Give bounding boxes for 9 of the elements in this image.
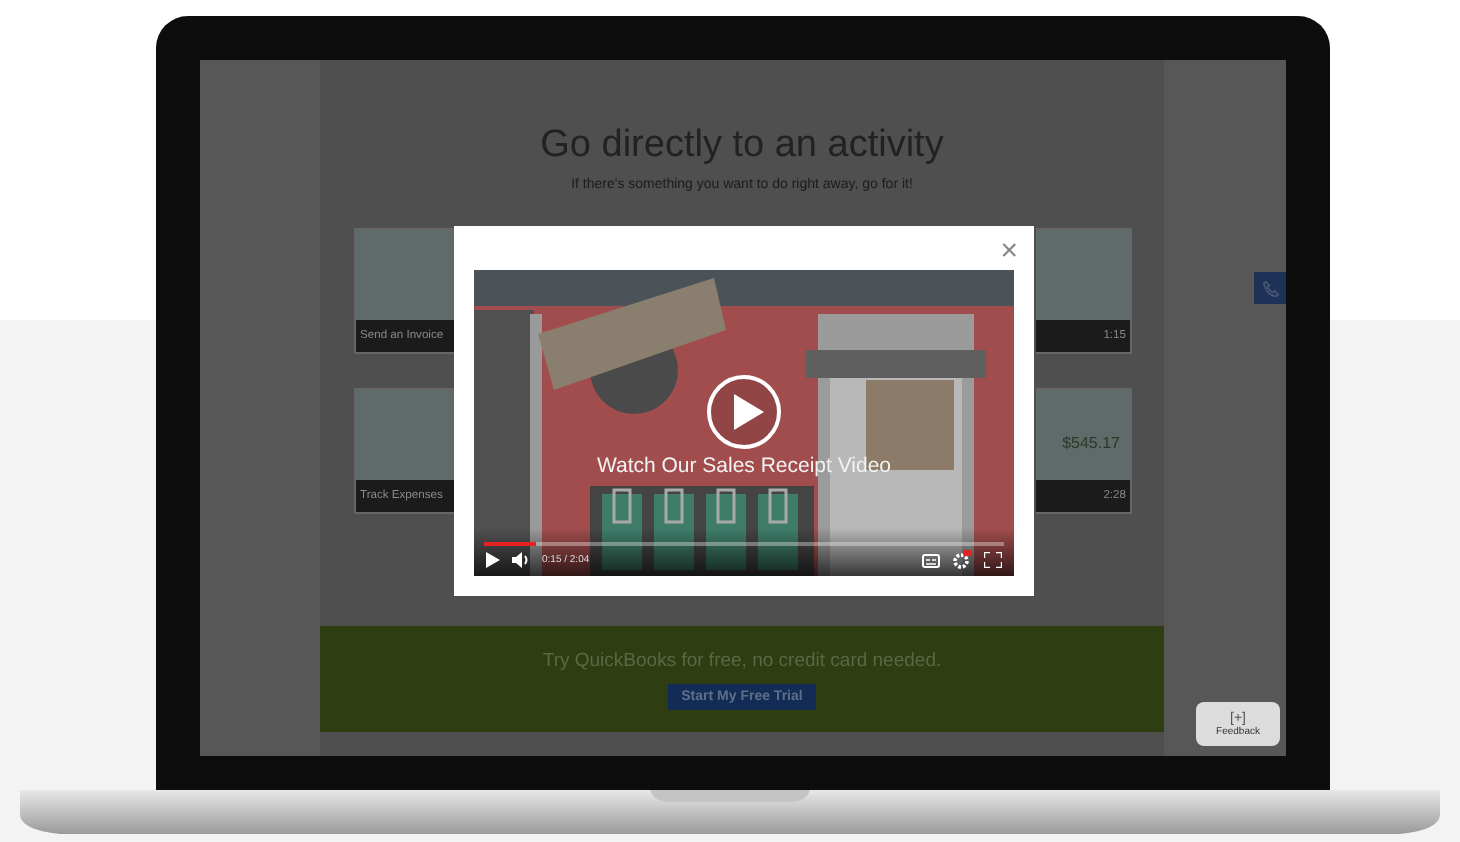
play-icon[interactable] [486, 552, 500, 568]
volume-icon[interactable] [512, 552, 530, 568]
phone-icon [1261, 279, 1279, 297]
close-button[interactable]: × [1000, 236, 1018, 266]
play-icon[interactable] [706, 374, 782, 450]
amount-text: $545.17 [1062, 434, 1120, 452]
settings-icon[interactable] [952, 550, 972, 570]
captions-icon[interactable] [922, 553, 940, 567]
fullscreen-icon[interactable] [984, 552, 1002, 568]
